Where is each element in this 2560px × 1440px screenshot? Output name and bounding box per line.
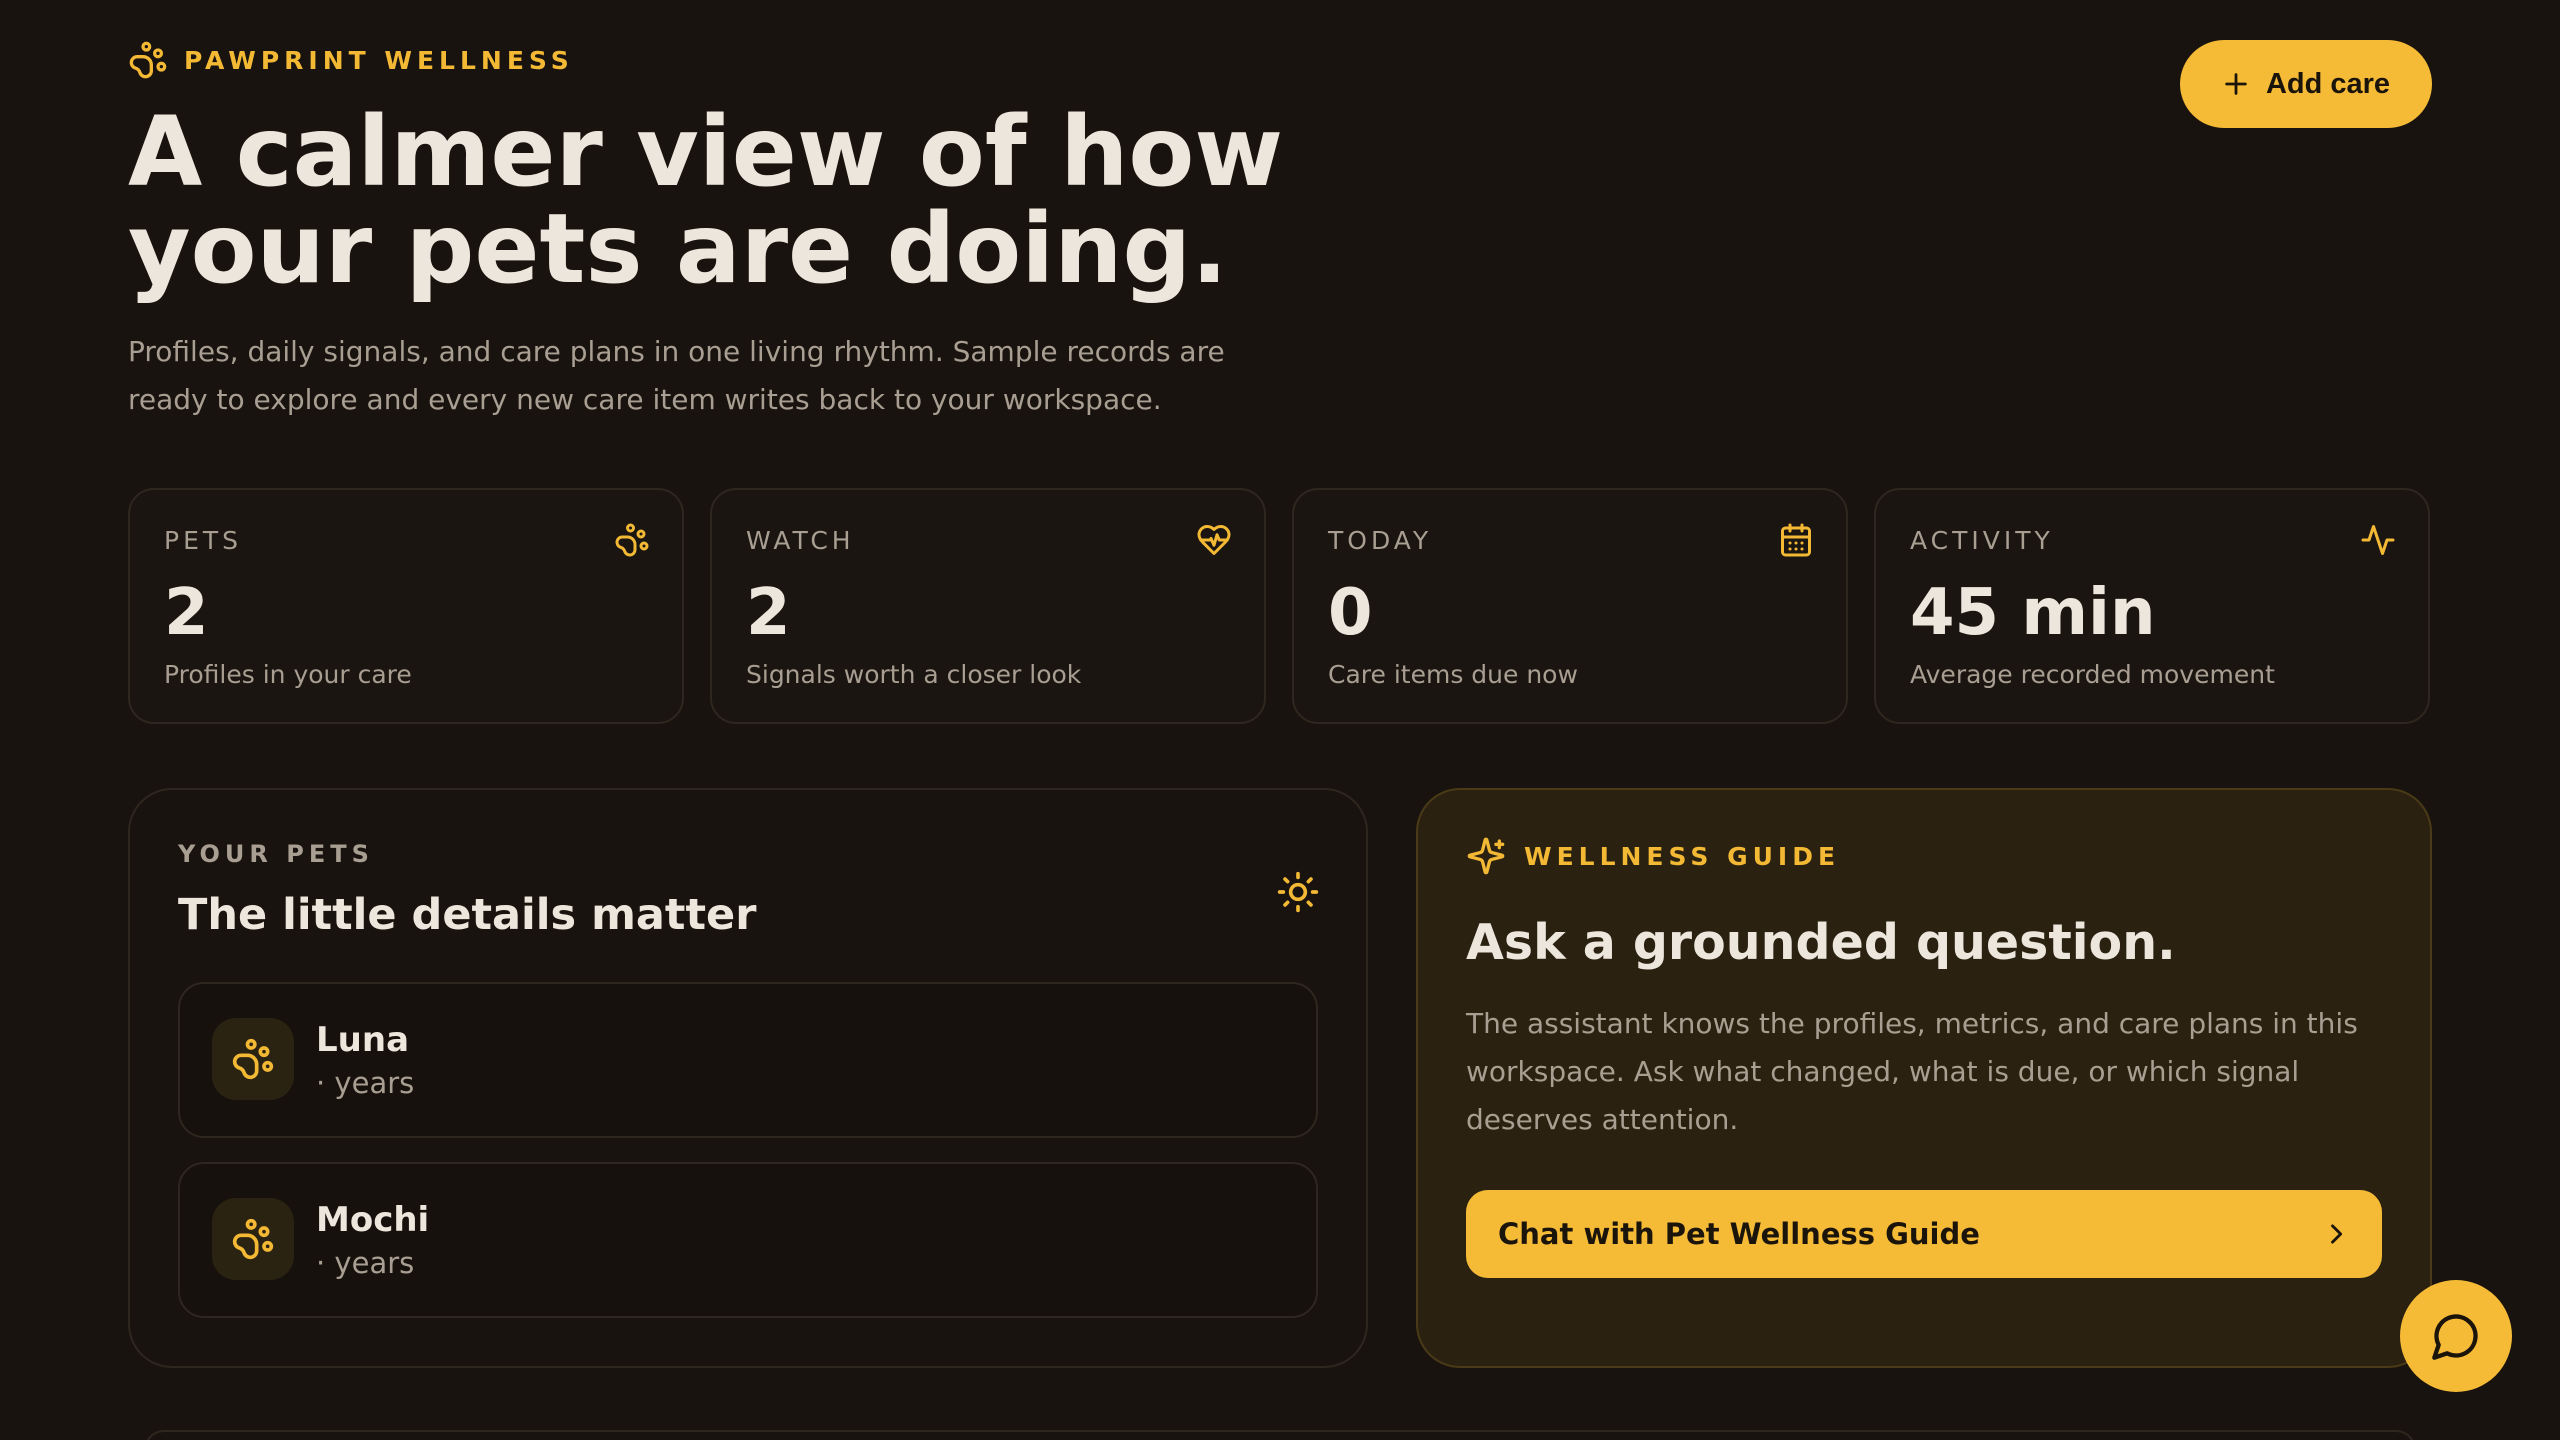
add-care-label: Add care xyxy=(2265,67,2391,100)
stat-label: WATCH xyxy=(746,526,855,555)
pet-age: · years xyxy=(316,1066,415,1100)
stats-row: PETS 2 Profiles in your care WATCH 2 Sig… xyxy=(128,488,2430,724)
stat-card-watch: WATCH 2 Signals worth a closer look xyxy=(710,488,1266,724)
stat-description: Average recorded movement xyxy=(1910,660,2275,689)
stat-label: ACTIVITY xyxy=(1910,526,2054,555)
chat-with-guide-label: Chat with Pet Wellness Guide xyxy=(1498,1217,1980,1251)
stat-value: 0 xyxy=(1328,576,1373,650)
stat-value: 45 min xyxy=(1910,576,2156,650)
stat-description: Signals worth a closer look xyxy=(746,660,1082,689)
section-eyebrow: YOUR PETS xyxy=(178,840,374,868)
stat-value: 2 xyxy=(164,576,209,650)
paw-icon xyxy=(232,1038,274,1080)
pet-card-mochi[interactable]: Mochi · years xyxy=(178,1162,1318,1318)
stat-card-activity: ACTIVITY 45 min Average recorded movemen… xyxy=(1874,488,2430,724)
guide-description: The assistant knows the profiles, metric… xyxy=(1466,1007,2358,1136)
plus-icon xyxy=(2225,73,2247,95)
chat-fab-button[interactable] xyxy=(2400,1280,2512,1392)
next-section-card xyxy=(144,1430,2416,1440)
section-title: Ask a grounded question. xyxy=(1466,914,2176,971)
stat-card-pets: PETS 2 Profiles in your care xyxy=(128,488,684,724)
paw-icon xyxy=(232,1218,274,1260)
sparkles-icon xyxy=(1467,837,1505,875)
pet-avatar xyxy=(212,1198,294,1280)
calendar-icon xyxy=(1781,523,1811,557)
heart-pulse-icon xyxy=(1197,525,1231,555)
brand: PAWPRINT WELLNESS xyxy=(128,40,574,80)
section-eyebrow: WELLNESS GUIDE xyxy=(1524,841,1841,871)
paw-icon xyxy=(129,41,167,79)
stat-card-today: TODAY 0 Care items due now xyxy=(1292,488,1848,724)
add-care-button[interactable]: Add care xyxy=(2180,40,2432,128)
wellness-guide-panel: WELLNESS GUIDE Ask a grounded question. … xyxy=(1416,788,2432,1368)
activity-icon xyxy=(2361,525,2395,555)
chat-with-guide-button[interactable]: Chat with Pet Wellness Guide xyxy=(1466,1190,2382,1278)
brand-name: PAWPRINT WELLNESS xyxy=(184,45,574,75)
stat-label: TODAY xyxy=(1328,526,1433,555)
pet-age: · years xyxy=(316,1246,415,1280)
paw-icon xyxy=(615,523,649,557)
section-title: The little details matter xyxy=(178,890,757,940)
page-title: A calmer view of how your pets are doing… xyxy=(128,96,1284,305)
pet-avatar xyxy=(212,1018,294,1100)
your-pets-panel: YOUR PETS The little details matter Luna… xyxy=(128,788,1368,1368)
stat-value: 2 xyxy=(746,576,791,650)
pet-name: Mochi xyxy=(316,1200,430,1240)
page-subtitle: Profiles, daily signals, and care plans … xyxy=(128,335,1225,416)
sun-icon xyxy=(1277,871,1319,913)
message-circle-icon xyxy=(2432,1314,2478,1360)
stat-description: Profiles in your care xyxy=(164,660,412,689)
pet-name: Luna xyxy=(316,1020,410,1060)
stat-label: PETS xyxy=(164,526,243,555)
pet-card-luna[interactable]: Luna · years xyxy=(178,982,1318,1138)
guide-header: WELLNESS GUIDE xyxy=(1466,836,1840,876)
dashboard-page: PAWPRINT WELLNESS Add care A calmer view… xyxy=(0,0,2560,1440)
chevron-right-icon xyxy=(2331,1224,2343,1244)
stat-description: Care items due now xyxy=(1328,660,1578,689)
